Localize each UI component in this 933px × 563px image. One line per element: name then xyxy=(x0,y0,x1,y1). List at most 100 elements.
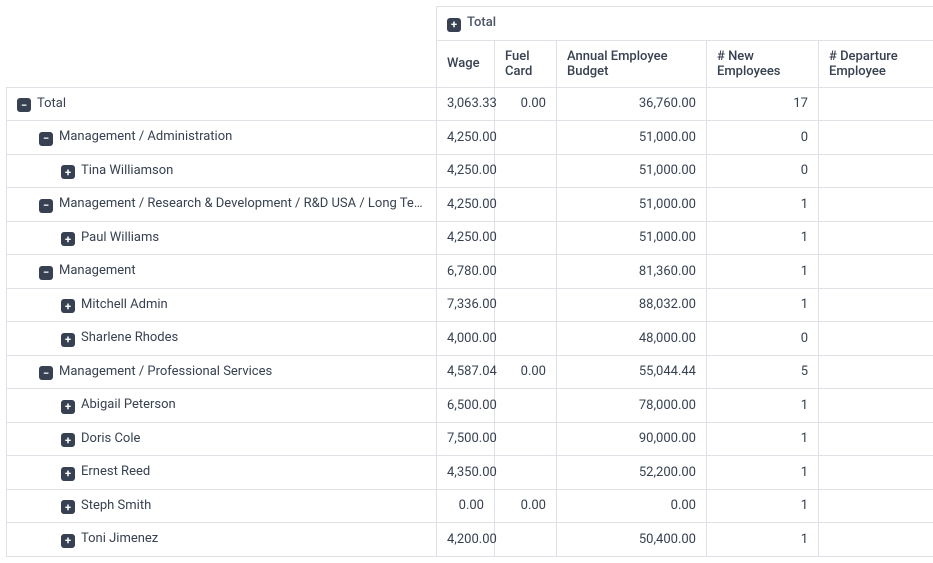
row-label: Doris Cole xyxy=(81,431,140,446)
cell-annual_budget: 55,044.44 xyxy=(557,355,707,389)
cell-new_employees: 1 xyxy=(707,456,819,490)
cell-fuel_card xyxy=(495,221,557,255)
plus-icon[interactable] xyxy=(61,165,75,179)
cell-wage: 4,250.00 xyxy=(437,188,495,222)
cell-fuel_card xyxy=(495,389,557,423)
column-header-new-employees[interactable]: # New Employees xyxy=(707,40,819,87)
pivot-row: Management6,780.0081,360.0011 xyxy=(7,255,933,289)
cell-fuel_card xyxy=(495,422,557,456)
minus-icon[interactable] xyxy=(39,199,53,213)
cell-fuel_card xyxy=(495,188,557,222)
cell-departure_employees: 1 xyxy=(819,389,933,423)
plus-icon[interactable] xyxy=(447,18,461,32)
pivot-row: Total3,063.330.0036,760.001710 xyxy=(7,87,933,121)
cell-annual_budget: 88,032.00 xyxy=(557,288,707,322)
cell-wage: 4,200.00 xyxy=(437,523,495,557)
plus-icon[interactable] xyxy=(61,500,75,514)
cell-new_employees: 1 xyxy=(707,288,819,322)
pivot-row: Abigail Peterson6,500.0078,000.0011 xyxy=(7,389,933,423)
row-label: Tina Williamson xyxy=(81,163,173,178)
cell-new_employees: 0 xyxy=(707,154,819,188)
plus-icon[interactable] xyxy=(61,467,75,481)
row-header[interactable]: Management / Administration xyxy=(7,121,437,155)
cell-wage: 0.00 xyxy=(437,489,495,523)
cell-fuel_card xyxy=(495,154,557,188)
row-header[interactable]: Toni Jimenez xyxy=(7,523,437,557)
cell-wage: 4,000.00 xyxy=(437,322,495,356)
pivot-row: Management / Research & Development / R&… xyxy=(7,188,933,222)
row-header[interactable]: Mitchell Admin xyxy=(7,288,437,322)
cell-wage: 4,587.04 xyxy=(437,355,495,389)
cell-new_employees: 0 xyxy=(707,121,819,155)
row-header[interactable]: Paul Williams xyxy=(7,221,437,255)
cell-departure_employees: 1 xyxy=(819,188,933,222)
cell-new_employees: 1 xyxy=(707,422,819,456)
minus-icon[interactable] xyxy=(39,366,53,380)
column-header-annual-budget[interactable]: Annual Employee Budget xyxy=(557,40,707,87)
row-header[interactable]: Total xyxy=(7,87,437,121)
row-header[interactable]: Abigail Peterson xyxy=(7,389,437,423)
row-header[interactable]: Steph Smith xyxy=(7,489,437,523)
column-header-fuel-card[interactable]: Fuel Card xyxy=(495,40,557,87)
cell-annual_budget: 52,200.00 xyxy=(557,456,707,490)
cell-departure_employees: 0 xyxy=(819,523,933,557)
cell-fuel_card xyxy=(495,523,557,557)
row-label: Management / Professional Services xyxy=(59,364,272,379)
row-header[interactable]: Sharlene Rhodes xyxy=(7,322,437,356)
plus-icon[interactable] xyxy=(61,433,75,447)
pivot-row: Steph Smith0.000.000.0010 xyxy=(7,489,933,523)
cell-fuel_card: 0.00 xyxy=(495,355,557,389)
row-header[interactable]: Management xyxy=(7,255,437,289)
pivot-corner-cell xyxy=(7,7,437,88)
column-header-departure-employees[interactable]: # Departure Employee xyxy=(819,40,933,87)
column-group-label: Total xyxy=(467,15,496,30)
row-header[interactable]: Ernest Reed xyxy=(7,456,437,490)
row-label: Mitchell Admin xyxy=(81,297,168,312)
row-header[interactable]: Management / Professional Services xyxy=(7,355,437,389)
cell-new_employees: 1 xyxy=(707,489,819,523)
cell-annual_budget: 78,000.00 xyxy=(557,389,707,423)
cell-departure_employees: 1 xyxy=(819,221,933,255)
cell-annual_budget: 36,760.00 xyxy=(557,87,707,121)
cell-new_employees: 1 xyxy=(707,389,819,423)
cell-new_employees: 0 xyxy=(707,322,819,356)
plus-icon[interactable] xyxy=(61,534,75,548)
plus-icon[interactable] xyxy=(61,333,75,347)
plus-icon[interactable] xyxy=(61,299,75,313)
cell-fuel_card xyxy=(495,121,557,155)
cell-fuel_card: 0.00 xyxy=(495,489,557,523)
pivot-row: Sharlene Rhodes4,000.0048,000.0001 xyxy=(7,322,933,356)
row-header[interactable]: Tina Williamson xyxy=(7,154,437,188)
column-header-wage[interactable]: Wage xyxy=(437,40,495,87)
column-group-total[interactable]: Total xyxy=(437,7,933,41)
cell-wage: 7,500.00 xyxy=(437,422,495,456)
row-label: Management xyxy=(59,263,136,278)
row-label: Management / Research & Development / R&… xyxy=(59,196,437,211)
cell-new_employees: 5 xyxy=(707,355,819,389)
minus-icon[interactable] xyxy=(39,132,53,146)
minus-icon[interactable] xyxy=(39,266,53,280)
cell-wage: 3,063.33 xyxy=(437,87,495,121)
plus-icon[interactable] xyxy=(61,232,75,246)
row-label: Sharlene Rhodes xyxy=(81,330,178,345)
cell-wage: 4,350.00 xyxy=(437,456,495,490)
cell-fuel_card xyxy=(495,288,557,322)
cell-new_employees: 1 xyxy=(707,221,819,255)
cell-annual_budget: 51,000.00 xyxy=(557,188,707,222)
row-label: Toni Jimenez xyxy=(81,531,158,546)
pivot-row: Tina Williamson4,250.0051,000.0001 xyxy=(7,154,933,188)
minus-icon[interactable] xyxy=(17,98,31,112)
plus-icon[interactable] xyxy=(61,400,75,414)
row-header[interactable]: Management / Research & Development / R&… xyxy=(7,188,437,222)
cell-fuel_card: 0.00 xyxy=(495,87,557,121)
row-label: Abigail Peterson xyxy=(81,397,176,412)
pivot-row: Doris Cole7,500.0090,000.0010 xyxy=(7,422,933,456)
pivot-table: Total Wage Fuel Card Annual Employee Bud… xyxy=(6,6,933,557)
pivot-row: Management / Administration4,250.0051,00… xyxy=(7,121,933,155)
row-header[interactable]: Doris Cole xyxy=(7,422,437,456)
cell-wage: 4,250.00 xyxy=(437,154,495,188)
cell-departure_employees: 0 xyxy=(819,288,933,322)
pivot-row: Toni Jimenez4,200.0050,400.0010 xyxy=(7,523,933,557)
cell-new_employees: 1 xyxy=(707,188,819,222)
cell-departure_employees: 1 xyxy=(819,121,933,155)
